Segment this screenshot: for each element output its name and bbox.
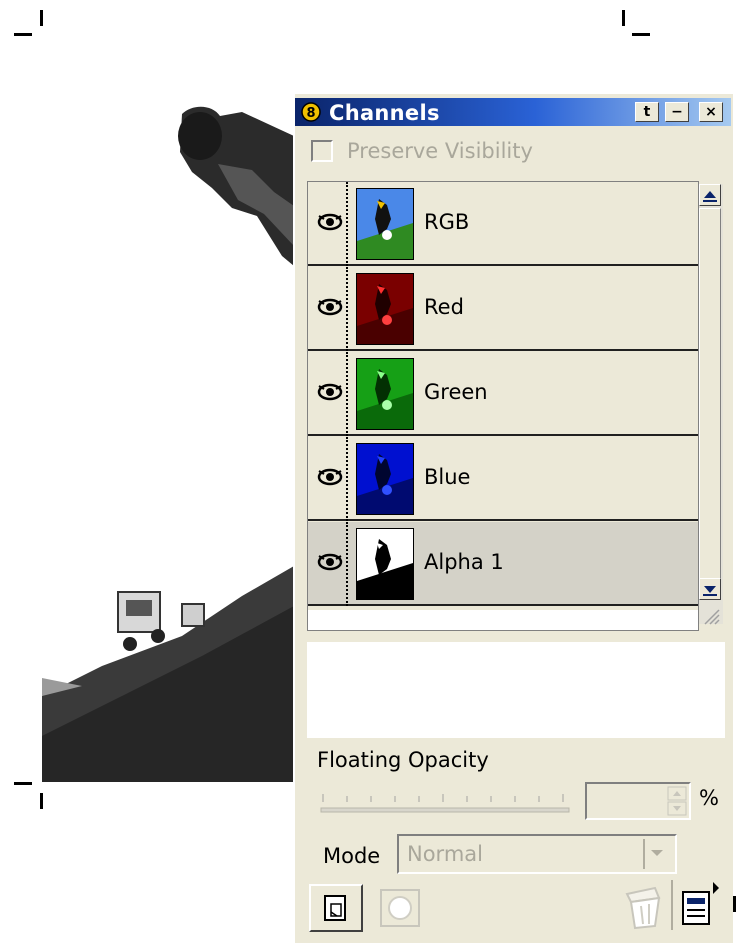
scroll-down-button[interactable] xyxy=(699,578,721,600)
channel-list-scrollbar[interactable] xyxy=(699,184,723,624)
channel-row-green[interactable]: Green xyxy=(308,352,698,436)
crop-mark xyxy=(622,10,625,26)
crop-mark xyxy=(40,793,43,809)
channel-row-blue[interactable]: Blue xyxy=(308,437,698,521)
link-column-divider xyxy=(346,522,348,606)
mode-value: Normal xyxy=(407,842,483,866)
svg-text:8: 8 xyxy=(306,106,315,121)
channel-name: Alpha 1 xyxy=(424,550,504,574)
channel-row-red[interactable]: Red xyxy=(308,267,698,351)
channel-list: RGB Red Green Blue Alpha 1 xyxy=(307,181,699,631)
panel-titlebar[interactable]: 8 Channels t − × xyxy=(295,98,731,126)
titlebar-roll-button[interactable]: t xyxy=(635,102,659,122)
channel-thumbnail xyxy=(356,443,414,515)
resize-grip-icon[interactable] xyxy=(701,606,721,626)
channel-list-empty-area xyxy=(308,610,698,630)
dropdown-arrow[interactable] xyxy=(643,839,671,869)
panel-title: Channels xyxy=(329,101,440,125)
channel-thumbnail xyxy=(356,273,414,345)
channel-name: RGB xyxy=(424,210,470,234)
channel-row-rgb[interactable]: RGB xyxy=(308,182,698,266)
percent-unit-label: % xyxy=(699,786,719,810)
preserve-visibility-label: Preserve Visibility xyxy=(347,139,533,163)
toolbar-divider xyxy=(671,880,673,930)
crop-mark xyxy=(14,33,32,36)
channels-panel: 8 Channels t − × Preserve Visibility RGB… xyxy=(293,94,733,943)
channel-row-alpha-1[interactable]: Alpha 1 xyxy=(308,522,698,606)
arrow-down-icon xyxy=(703,586,717,596)
scroll-track[interactable] xyxy=(699,208,721,594)
channel-name: Blue xyxy=(424,465,471,489)
chevron-down-icon xyxy=(651,850,663,856)
load-selection-icon xyxy=(380,889,420,927)
mode-dropdown[interactable]: Normal xyxy=(397,834,677,874)
delete-channel-button[interactable] xyxy=(617,882,667,932)
arrow-up-icon xyxy=(703,191,717,202)
channel-preview-area xyxy=(307,642,725,738)
channel-thumbnail xyxy=(356,188,414,260)
link-column-divider xyxy=(346,182,348,266)
eye-icon[interactable] xyxy=(316,548,344,576)
titlebar-close-button[interactable]: × xyxy=(699,102,723,122)
new-channel-button[interactable] xyxy=(309,884,363,932)
titlebar-minimize-button[interactable]: − xyxy=(665,102,689,122)
crop-mark xyxy=(632,33,650,36)
crop-mark xyxy=(40,10,43,26)
eye-icon[interactable] xyxy=(316,463,344,491)
channel-thumbnail xyxy=(356,358,414,430)
eye-icon[interactable] xyxy=(316,378,344,406)
load-selection-button[interactable] xyxy=(379,888,421,928)
link-column-divider xyxy=(346,267,348,351)
panel-menu-icon xyxy=(682,882,719,925)
crop-mark xyxy=(14,782,32,785)
crop-mark xyxy=(733,896,736,912)
link-column-divider xyxy=(346,352,348,436)
eye-icon[interactable] xyxy=(316,208,344,236)
mode-label: Mode xyxy=(323,844,381,868)
channels-app-icon: 8 xyxy=(301,102,321,122)
link-column-divider xyxy=(346,437,348,521)
floating-opacity-slider[interactable] xyxy=(319,780,571,820)
scroll-up-button[interactable] xyxy=(699,184,721,206)
floating-opacity-label: Floating Opacity xyxy=(317,748,489,772)
channel-thumbnail xyxy=(356,528,414,600)
channel-name: Red xyxy=(424,295,464,319)
eye-icon[interactable] xyxy=(316,293,344,321)
trash-icon xyxy=(625,886,661,930)
panel-menu-button[interactable] xyxy=(679,880,723,932)
preserve-visibility-checkbox[interactable] xyxy=(311,140,333,162)
document-image[interactable] xyxy=(42,96,294,782)
spinner-icon[interactable] xyxy=(667,786,687,816)
new-channel-icon xyxy=(324,895,346,921)
channel-name: Green xyxy=(424,380,488,404)
floating-opacity-input[interactable] xyxy=(585,782,691,820)
